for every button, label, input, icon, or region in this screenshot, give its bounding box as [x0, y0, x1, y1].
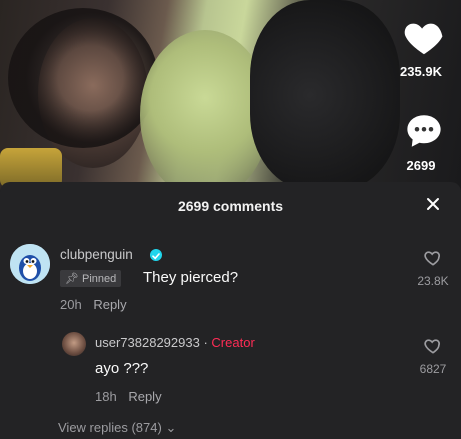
reply-time: 18h: [95, 389, 117, 404]
video-figure-right: [250, 0, 400, 190]
comment-bubble-icon: [407, 115, 441, 147]
separator: ·: [203, 335, 208, 350]
close-button[interactable]: [425, 196, 441, 212]
video-figure-hair: [8, 8, 158, 148]
avatar[interactable]: [10, 244, 50, 284]
comment-text: They pierced?: [143, 269, 239, 286]
video-player[interactable]: 235.9K 2699: [0, 0, 461, 190]
comments-sheet-title: 2699 comments: [177, 198, 284, 214]
comment-time: 20h: [60, 297, 82, 312]
comment-like-button[interactable]: [423, 248, 443, 268]
comment-button[interactable]: [403, 110, 445, 152]
reply-like-count: 6827: [419, 362, 447, 376]
avatar[interactable]: [62, 332, 86, 356]
reply-username[interactable]: user73828292933: [95, 335, 200, 350]
comment-like-count: 23.8K: [417, 274, 449, 288]
chevron-down-icon: ⌄: [165, 420, 177, 435]
reply-meta: 18h Reply: [95, 389, 162, 404]
checkmark-icon: [152, 253, 160, 260]
like-button[interactable]: [401, 14, 447, 60]
verified-badge-icon: [150, 249, 162, 261]
heart-outline-icon: [424, 251, 441, 266]
reply-button[interactable]: Reply: [128, 389, 161, 404]
penguin-avatar-icon: [10, 244, 50, 284]
heart-outline-icon: [424, 339, 441, 354]
reply-username-line: user73828292933 · Creator: [95, 335, 255, 350]
heart-icon: [404, 23, 443, 55]
comment-username[interactable]: clubpenguin: [60, 247, 133, 262]
pinned-label: Pinned: [82, 273, 117, 285]
pinned-badge: 📌︎ Pinned: [60, 270, 122, 287]
pin-icon: 📌︎: [65, 273, 79, 285]
comments-sheet: 2699 comments clubpenguin 📌︎ Pinned They…: [0, 182, 461, 439]
reply-like-button[interactable]: [423, 336, 443, 356]
comment-count: 2699: [406, 158, 436, 173]
reply-button[interactable]: Reply: [93, 297, 126, 312]
reply-text: ayo ???: [95, 360, 149, 377]
creator-badge: Creator: [211, 335, 255, 350]
view-replies-label: View replies (874): [58, 420, 162, 435]
comment-meta: 20h Reply: [60, 297, 127, 312]
close-icon: [427, 198, 439, 210]
like-count: 235.9K: [400, 64, 442, 79]
video-side-actions: 235.9K 2699: [381, 0, 461, 190]
view-replies-button[interactable]: View replies (874) ⌄: [58, 420, 176, 436]
